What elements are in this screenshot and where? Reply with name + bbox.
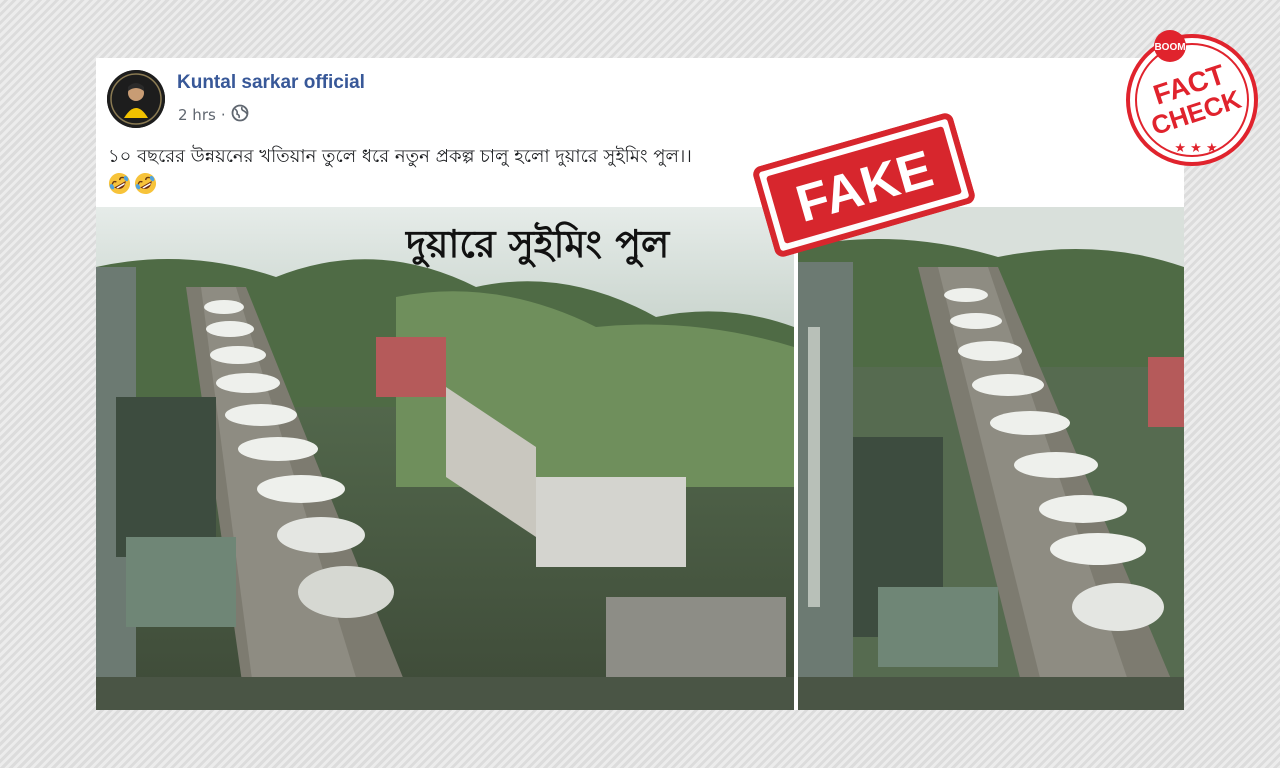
globe-icon[interactable] (231, 104, 249, 126)
avatar[interactable] (107, 70, 165, 128)
fact-check-logo: BOOM FACT CHECK ★ ★ ★ (1126, 30, 1258, 166)
post-header: Kuntal sarkar official 2 hrs · ১০ বছরের … (96, 58, 1184, 203)
flooded-road-photo-original (798, 207, 1184, 710)
post-timestamp[interactable]: 2 hrs (178, 106, 216, 124)
post-text: ১০ বছরের উন্নয়নের খতিয়ান তুলে ধরে নতুন… (108, 146, 692, 167)
flooded-road-photo (96, 207, 794, 710)
stars-icon: ★ ★ ★ (1174, 141, 1217, 156)
author-name[interactable]: Kuntal sarkar official (177, 72, 365, 94)
rolling-on-floor-laughing-emoji (134, 172, 157, 195)
meta-separator: · (220, 106, 226, 124)
brand-label: BOOM (1154, 42, 1185, 53)
rolling-on-floor-laughing-emoji (108, 172, 131, 195)
emoji-row (108, 172, 157, 195)
post-photo-right[interactable] (798, 207, 1184, 710)
photo-caption: দুয়ারে সুইমিং পুল (406, 222, 670, 266)
facebook-post: Kuntal sarkar official 2 hrs · ১০ বছরের … (96, 58, 1184, 710)
post-meta: 2 hrs · (178, 104, 249, 126)
post-photo-left[interactable]: দুয়ারে সুইমিং পুল (96, 207, 794, 710)
